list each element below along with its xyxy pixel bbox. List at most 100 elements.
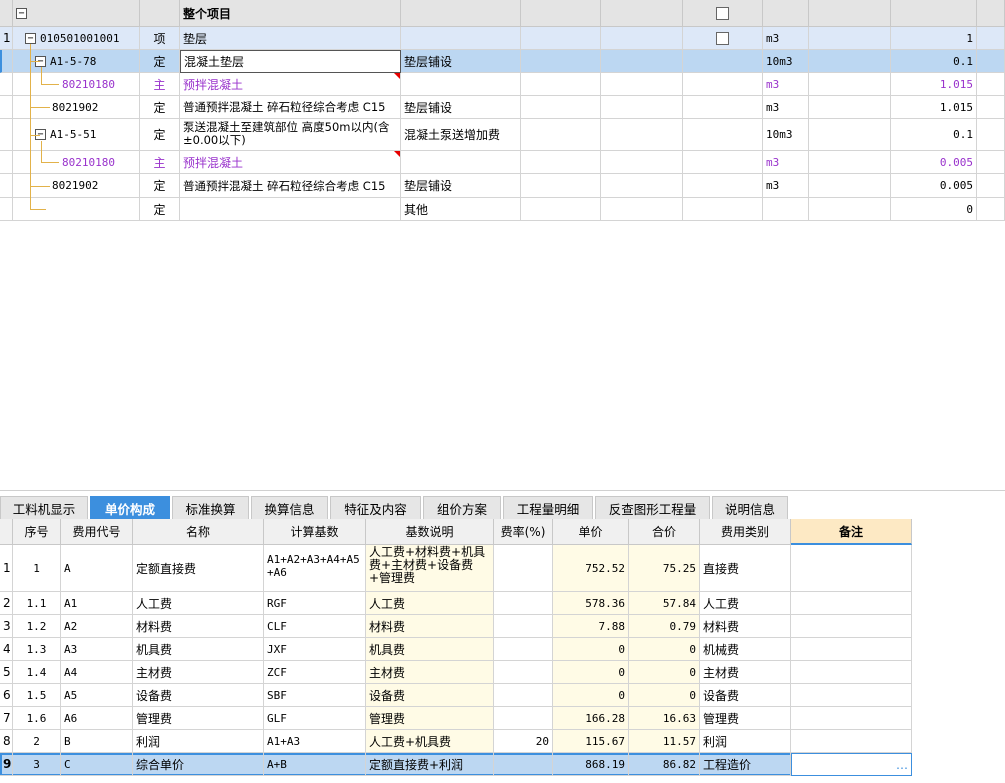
fee-code[interactable]: A4 (61, 661, 133, 684)
column-header-base-desc[interactable]: 基数说明 (366, 519, 494, 545)
fee-remark[interactable] (791, 684, 912, 707)
fee-base[interactable]: GLF (264, 707, 366, 730)
fee-category[interactable]: 机械费 (700, 638, 791, 661)
fee-code[interactable]: A1 (61, 592, 133, 615)
fee-seq[interactable]: 1 (13, 545, 61, 592)
fee-rate[interactable] (494, 684, 553, 707)
item-name[interactable]: 预拌混凝土 (180, 73, 401, 96)
fee-name[interactable]: 主材费 (133, 661, 264, 684)
fee-category[interactable]: 利润 (700, 730, 791, 753)
fee-rate[interactable] (494, 545, 553, 592)
fee-rate[interactable] (494, 707, 553, 730)
fee-name[interactable]: 材料费 (133, 615, 264, 638)
fee-remark[interactable] (791, 661, 912, 684)
fee-seq[interactable]: 1.1 (13, 592, 61, 615)
collapse-icon[interactable]: − (25, 32, 36, 44)
tab-pricing-plan[interactable]: 组价方案 (423, 496, 501, 519)
item-check-cell[interactable] (683, 27, 763, 50)
fee-code[interactable]: C (61, 753, 133, 776)
fee-rate[interactable] (494, 661, 553, 684)
fee-seq[interactable]: 3 (13, 753, 61, 776)
fee-rate[interactable] (494, 753, 553, 776)
row-checkbox[interactable] (716, 31, 729, 45)
column-header-name[interactable]: 名称 (133, 519, 264, 545)
fee-name[interactable]: 设备费 (133, 684, 264, 707)
item-name[interactable]: 普通预拌混凝土 碎石粒径综合考虑 C15 (180, 96, 401, 119)
fee-base[interactable]: A+B (264, 753, 366, 776)
item-name-editor[interactable]: 混凝土垫层 (180, 50, 401, 73)
fee-base[interactable]: SBF (264, 684, 366, 707)
fee-name[interactable]: 机具费 (133, 638, 264, 661)
fee-name[interactable]: 利润 (133, 730, 264, 753)
column-header-seq[interactable]: 序号 (13, 519, 61, 545)
fee-category[interactable]: 材料费 (700, 615, 791, 638)
fee-code[interactable]: A5 (61, 684, 133, 707)
remark-editor[interactable]: … (791, 753, 912, 776)
column-header-unit-price[interactable]: 单价 (553, 519, 629, 545)
fee-category[interactable]: 人工费 (700, 592, 791, 615)
item-qty[interactable]: 1.015 (891, 96, 977, 119)
collapse-icon[interactable]: − (16, 7, 27, 19)
fee-code[interactable]: A3 (61, 638, 133, 661)
item-name[interactable] (180, 198, 401, 221)
ellipsis-icon[interactable]: … (896, 758, 908, 772)
item-feature[interactable] (401, 27, 521, 50)
fee-name[interactable]: 定额直接费 (133, 545, 264, 592)
tab-unit-price-composition[interactable]: 单价构成 (90, 496, 170, 519)
column-header-base[interactable]: 计算基数 (264, 519, 366, 545)
header-checkbox[interactable] (716, 6, 729, 20)
item-feature[interactable] (401, 73, 521, 96)
fee-base[interactable]: JXF (264, 638, 366, 661)
fee-name[interactable]: 管理费 (133, 707, 264, 730)
item-name[interactable]: 普通预拌混凝土 碎石粒径综合考虑 C15 (180, 174, 401, 198)
column-header-category[interactable]: 费用类别 (700, 519, 791, 545)
fee-base[interactable]: ZCF (264, 661, 366, 684)
item-feature[interactable]: 垫层铺设 (401, 96, 521, 119)
column-header-total[interactable]: 合价 (629, 519, 700, 545)
fee-remark[interactable] (791, 638, 912, 661)
fee-remark[interactable] (791, 730, 912, 753)
fee-category[interactable]: 主材费 (700, 661, 791, 684)
fee-rate[interactable] (494, 638, 553, 661)
fee-base[interactable]: A1+A2+A3+A4+A5+A6 (264, 545, 366, 592)
fee-seq[interactable]: 1.4 (13, 661, 61, 684)
item-feature[interactable]: 垫层铺设 (401, 174, 521, 198)
fee-base[interactable]: CLF (264, 615, 366, 638)
fee-rate[interactable] (494, 615, 553, 638)
item-code[interactable]: 80210180 (13, 151, 140, 174)
item-qty[interactable]: 1.015 (891, 73, 977, 96)
fee-code[interactable]: A (61, 545, 133, 592)
fee-remark[interactable] (791, 615, 912, 638)
fee-code[interactable]: A6 (61, 707, 133, 730)
tab-description-info[interactable]: 说明信息 (712, 496, 788, 519)
tab-labor-material-machine[interactable]: 工料机显示 (0, 496, 88, 519)
fee-name[interactable]: 人工费 (133, 592, 264, 615)
item-name[interactable]: 垫层 (180, 27, 401, 50)
fee-seq[interactable]: 2 (13, 730, 61, 753)
fee-base[interactable]: RGF (264, 592, 366, 615)
fee-remark[interactable] (791, 707, 912, 730)
fee-rate[interactable] (494, 592, 553, 615)
fee-seq[interactable]: 1.5 (13, 684, 61, 707)
item-name[interactable]: 预拌混凝土 (180, 151, 401, 174)
item-qty[interactable]: 0.1 (891, 50, 977, 73)
fee-category[interactable]: 管理费 (700, 707, 791, 730)
column-header-code[interactable]: 费用代号 (61, 519, 133, 545)
fee-code[interactable]: A2 (61, 615, 133, 638)
item-code[interactable]: 80210180 (13, 73, 140, 96)
item-feature[interactable] (401, 151, 521, 174)
item-feature[interactable]: 其他 (401, 198, 521, 221)
fee-category[interactable]: 直接费 (700, 545, 791, 592)
tab-reverse-graphic-quantity[interactable]: 反查图形工程量 (595, 496, 710, 519)
fee-category[interactable]: 工程造价 (700, 753, 791, 776)
tab-conversion-info[interactable]: 换算信息 (251, 496, 328, 519)
fee-category[interactable]: 设备费 (700, 684, 791, 707)
fee-remark[interactable] (791, 545, 912, 592)
item-qty[interactable]: 0.005 (891, 151, 977, 174)
fee-base[interactable]: A1+A3 (264, 730, 366, 753)
top-header-code-cell[interactable]: − (13, 0, 140, 27)
fee-code[interactable]: B (61, 730, 133, 753)
tab-standard-conversion[interactable]: 标准换算 (172, 496, 249, 519)
item-qty[interactable]: 1 (891, 27, 977, 50)
column-header-remark[interactable]: 备注 (791, 519, 912, 545)
